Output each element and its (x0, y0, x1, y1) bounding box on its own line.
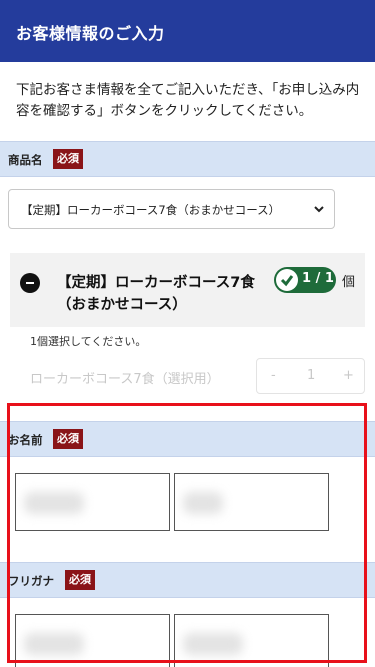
course-name: 【定期】ローカーボコース7食（おまかせコース） (57, 275, 255, 313)
count-badge: 1 / 1 (274, 267, 336, 293)
product-select[interactable]: 【定期】ローカーボコース7食（おまかせコース） (8, 189, 335, 229)
intro-text: 下記お客さま情報を全てご記入いただき、「お申し込み内容を確認する」ボタンをクリッ… (16, 82, 360, 119)
chevron-down-icon (314, 206, 324, 213)
page-header: お客様情報のご入力 (0, 0, 375, 62)
selection-hint: 1個選択してください。 (30, 335, 147, 348)
required-badge: 必須 (53, 149, 83, 169)
page-title: お客様情報のご入力 (16, 24, 165, 43)
last-name-field[interactable] (15, 473, 170, 531)
product-label: 商品名 (8, 153, 43, 167)
selected-course-card: 【定期】ローカーボコース7食（おまかせコース） 1 / 1 個 (10, 253, 365, 327)
redacted-value (24, 492, 84, 514)
name-section-header: お名前 必須 (0, 421, 375, 457)
first-name-kana-field[interactable] (174, 614, 329, 667)
first-name-field[interactable] (174, 473, 329, 531)
furigana-section-header: フリガナ 必須 (0, 562, 375, 598)
last-name-kana-field[interactable] (15, 614, 170, 667)
required-badge: 必須 (53, 429, 83, 449)
furigana-label: フリガナ (8, 574, 54, 588)
redacted-value (183, 492, 223, 514)
minus-circle-icon[interactable] (20, 273, 40, 293)
check-icon (276, 269, 298, 291)
count-value: 1 / 1 (302, 271, 334, 286)
redacted-value (24, 633, 84, 655)
redacted-value (183, 633, 243, 655)
stepper-minus-button[interactable]: - (271, 368, 276, 383)
product-select-value: 【定期】ローカーボコース7食（おまかせコース） (21, 203, 281, 217)
stepper-plus-button[interactable]: + (343, 368, 354, 383)
quantity-stepper[interactable]: - 1 + (256, 358, 365, 394)
count-unit: 個 (342, 275, 356, 290)
option-label: ローカーボコース7食（選択用） (30, 372, 220, 387)
stepper-value: 1 (307, 368, 316, 383)
required-badge: 必須 (65, 570, 95, 590)
name-label: お名前 (8, 433, 43, 447)
product-section-header: 商品名 必須 (0, 141, 375, 177)
